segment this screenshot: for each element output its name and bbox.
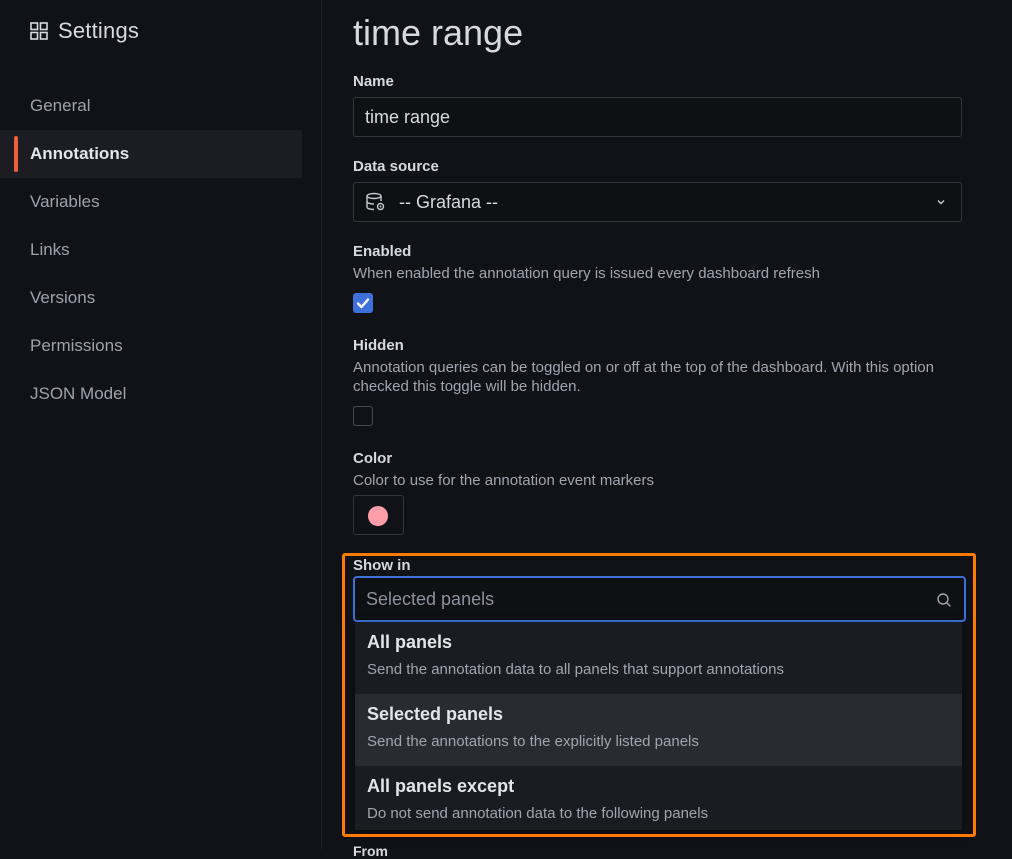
enabled-label: Enabled bbox=[353, 243, 412, 260]
sidebar-title-text: Settings bbox=[58, 18, 140, 43]
name-label: Name bbox=[353, 73, 394, 90]
hidden-description: Annotation queries can be toggled on or … bbox=[353, 359, 934, 395]
color-swatch bbox=[368, 506, 388, 526]
option-selected-panels[interactable]: Selected panels Send the annotations to … bbox=[355, 694, 962, 766]
show-in-select[interactable] bbox=[353, 576, 966, 622]
option-label: All panels bbox=[367, 632, 453, 652]
nav-item-annotations[interactable]: Annotations bbox=[0, 130, 302, 178]
hidden-checkbox[interactable] bbox=[353, 406, 373, 426]
data-source-label: Data source bbox=[353, 158, 439, 175]
name-input-value: time range bbox=[365, 106, 451, 127]
sidebar-title: Settings bbox=[30, 18, 139, 44]
data-source-select[interactable]: -- Grafana -- bbox=[353, 182, 962, 222]
option-label: Selected panels bbox=[367, 704, 504, 724]
option-description: Do not send annotation data to the follo… bbox=[367, 805, 709, 822]
nav-item-links[interactable]: Links bbox=[0, 226, 302, 274]
search-icon bbox=[937, 593, 951, 607]
hidden-label: Hidden bbox=[353, 337, 404, 354]
show-in-options-menu: All panels Send the annotation data to a… bbox=[355, 622, 962, 830]
color-picker-button[interactable] bbox=[353, 495, 404, 535]
database-gear-icon bbox=[366, 192, 385, 211]
show-in-label: Show in bbox=[353, 557, 411, 574]
option-all-panels-except[interactable]: All panels except Do not send annotation… bbox=[355, 766, 962, 838]
option-description: Send the annotation data to all panels t… bbox=[367, 661, 784, 678]
apps-grid-icon bbox=[30, 22, 48, 40]
chevron-down-icon bbox=[937, 200, 945, 205]
enabled-checkbox[interactable] bbox=[353, 293, 373, 313]
color-description: Color to use for the annotation event ma… bbox=[353, 472, 654, 489]
option-label: All panels except bbox=[367, 776, 515, 796]
name-input[interactable]: time range bbox=[353, 97, 962, 137]
nav-item-versions[interactable]: Versions bbox=[0, 274, 302, 322]
page-title: time range bbox=[353, 12, 524, 53]
nav-item-json-model[interactable]: JSON Model bbox=[0, 370, 302, 418]
data-source-value: -- Grafana -- bbox=[399, 191, 499, 212]
nav-item-permissions[interactable]: Permissions bbox=[0, 322, 302, 370]
color-label: Color bbox=[353, 450, 393, 467]
settings-nav: General Annotations Variables Links Vers… bbox=[0, 82, 302, 418]
show-in-search-input[interactable] bbox=[366, 588, 926, 610]
option-all-panels[interactable]: All panels Send the annotation data to a… bbox=[355, 622, 962, 694]
from-label: From bbox=[353, 843, 388, 859]
nav-item-general[interactable]: General bbox=[0, 82, 302, 130]
nav-item-variables[interactable]: Variables bbox=[0, 178, 302, 226]
option-description: Send the annotations to the explicitly l… bbox=[367, 733, 699, 750]
settings-sidebar: Settings General Annotations Variables L… bbox=[0, 0, 322, 849]
checkmark-icon bbox=[356, 298, 370, 309]
enabled-description: When enabled the annotation query is iss… bbox=[353, 265, 820, 282]
